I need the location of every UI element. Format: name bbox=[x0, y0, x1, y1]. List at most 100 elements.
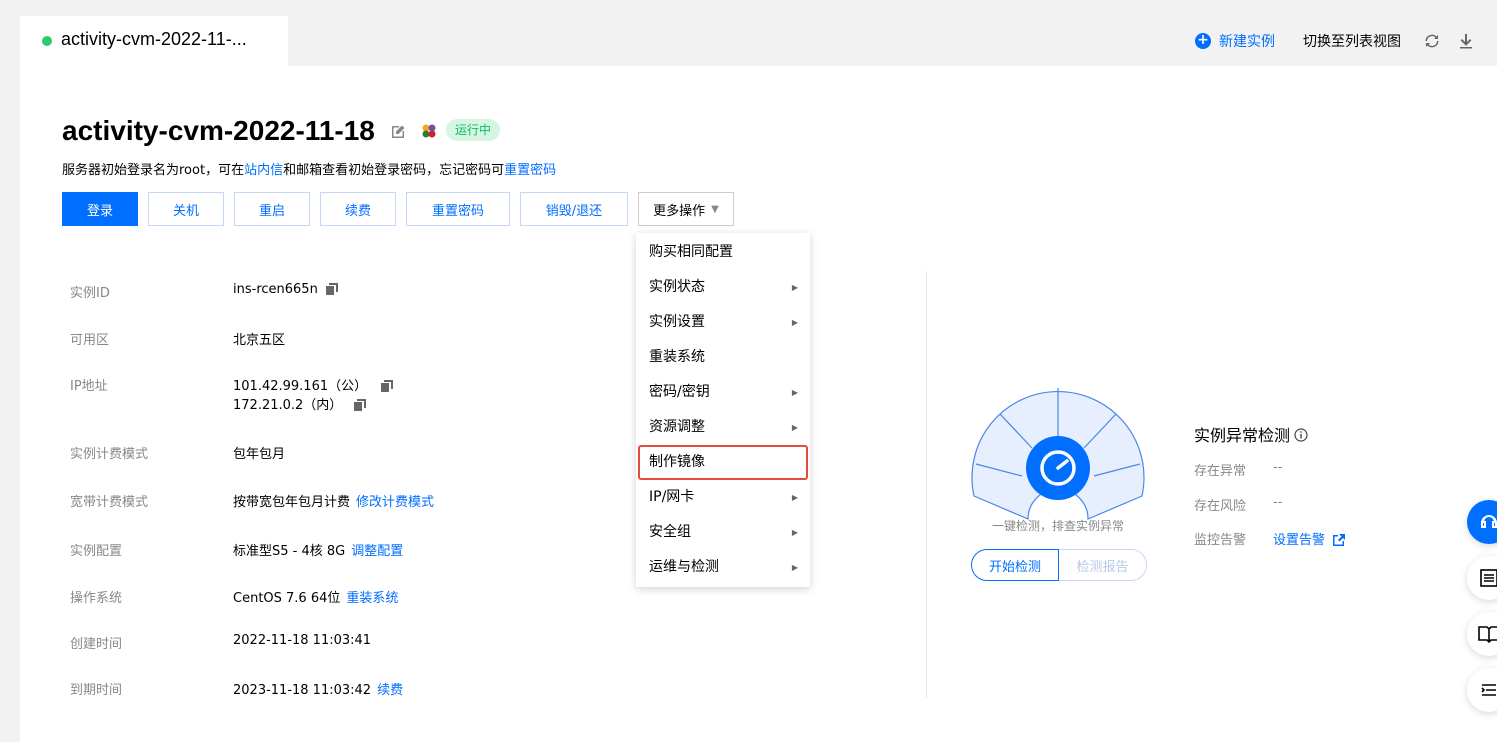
risk-row: 存在风险 -- bbox=[1194, 495, 1282, 514]
download-icon[interactable] bbox=[1457, 32, 1475, 50]
menu-item-label: 安全组 bbox=[649, 524, 691, 540]
status-dot bbox=[42, 36, 52, 46]
menu-item-reinstall[interactable]: 重装系统 bbox=[636, 340, 810, 375]
support-float-button[interactable] bbox=[1467, 500, 1497, 544]
reinstall-os-link[interactable]: 重装系统 bbox=[346, 591, 398, 606]
shutdown-button[interactable]: 关机 bbox=[148, 192, 224, 226]
adjust-config-link[interactable]: 调整配置 bbox=[351, 544, 403, 559]
menu-item-resource-adjust[interactable]: 资源调整 ▶ bbox=[636, 410, 810, 445]
menu-item-password-key[interactable]: 密码/密钥 ▶ bbox=[636, 375, 810, 410]
docs-float-button[interactable] bbox=[1467, 612, 1497, 656]
set-alarm-label: 设置告警 bbox=[1273, 533, 1326, 548]
detail-value: 包年包月 bbox=[233, 447, 286, 462]
instance-tab[interactable]: activity-cvm-2022-11-... bbox=[20, 16, 288, 66]
os-value: CentOS 7.6 64位 bbox=[233, 591, 341, 606]
detail-key: 操作系统 bbox=[70, 591, 123, 606]
bandwidth-billing-value: 按带宽包年包月计费 bbox=[233, 495, 351, 510]
copy-icon[interactable] bbox=[354, 399, 367, 411]
expire-value: 2023-11-18 11:03:42 bbox=[233, 683, 372, 698]
menu-item-instance-status[interactable]: 实例状态 ▶ bbox=[636, 270, 810, 305]
action-buttons: 登录 关机 重启 续费 重置密码 销毁/退还 更多操作 ▼ bbox=[62, 192, 744, 228]
anomaly-row: 存在异常 -- bbox=[1194, 460, 1282, 479]
anomaly-value: -- bbox=[1273, 460, 1283, 475]
reset-password-link[interactable]: 重置密码 bbox=[504, 163, 556, 178]
chevron-right-icon: ▶ bbox=[791, 493, 798, 502]
tag-icon[interactable] bbox=[420, 122, 438, 140]
instance-title: activity-cvm-2022-11-18 bbox=[62, 115, 375, 146]
detail-value: 101.42.99.161（公） 172.21.0.2（内） bbox=[233, 375, 394, 413]
renew-button[interactable]: 续费 bbox=[320, 192, 396, 226]
menu-item-label: 制作镜像 bbox=[649, 454, 705, 470]
login-button[interactable]: 登录 bbox=[62, 192, 138, 226]
info-icon[interactable] bbox=[1294, 428, 1308, 442]
detail-value: CentOS 7.6 64位 重装系统 bbox=[233, 587, 398, 606]
detail-key: 到期时间 bbox=[70, 683, 123, 698]
outline-icon bbox=[1481, 684, 1496, 696]
headset-icon bbox=[1481, 515, 1497, 528]
login-hint: 服务器初始登录名为root，可在站内信和邮箱查看初始登录密码，忘记密码可重置密码 bbox=[62, 159, 556, 178]
detection-buttons: 开始检测 检测报告 bbox=[971, 549, 1147, 581]
menu-item-label: 实例状态 bbox=[649, 279, 705, 295]
reset-password-button[interactable]: 重置密码 bbox=[406, 192, 510, 226]
start-detection-button[interactable]: 开始检测 bbox=[971, 549, 1059, 581]
chevron-right-icon: ▶ bbox=[791, 283, 798, 292]
refresh-icon[interactable] bbox=[1423, 32, 1441, 50]
detail-key: 实例计费模式 bbox=[70, 447, 149, 462]
site-message-link[interactable]: 站内信 bbox=[244, 163, 283, 178]
renew-link[interactable]: 续费 bbox=[377, 683, 403, 698]
list-float-button[interactable] bbox=[1467, 556, 1497, 600]
copy-icon[interactable] bbox=[381, 380, 394, 392]
anomaly-title-text: 实例异常检测 bbox=[1194, 426, 1291, 445]
new-instance-label: 新建实例 bbox=[1219, 34, 1275, 50]
chevron-right-icon: ▶ bbox=[791, 423, 798, 432]
detail-value: ins-rcen665n bbox=[233, 282, 338, 297]
vertical-divider bbox=[926, 271, 927, 698]
book-icon bbox=[1478, 626, 1497, 644]
detail-value: 2022-11-18 11:03:41 bbox=[233, 633, 372, 648]
modify-billing-link[interactable]: 修改计费模式 bbox=[356, 495, 434, 510]
plus-circle-icon: + bbox=[1195, 33, 1211, 49]
restart-button[interactable]: 重启 bbox=[234, 192, 310, 226]
menu-item-label: IP/网卡 bbox=[649, 489, 695, 505]
menu-item-label: 实例设置 bbox=[649, 314, 705, 330]
detection-caption: 一键检测，排查实例异常 bbox=[991, 519, 1124, 533]
monitor-key: 监控告警 bbox=[1194, 533, 1247, 548]
menu-item-buy-same[interactable]: 购买相同配置 bbox=[636, 235, 810, 270]
menu-item-label: 重装系统 bbox=[649, 349, 705, 365]
menu-item-ip-nic[interactable]: IP/网卡 ▶ bbox=[636, 480, 810, 515]
detail-key: 创建时间 bbox=[70, 637, 123, 652]
menu-item-ops-detection[interactable]: 运维与检测 ▶ bbox=[636, 550, 810, 585]
monitor-row: 监控告警 设置告警 bbox=[1194, 529, 1346, 548]
chevron-right-icon: ▶ bbox=[791, 318, 798, 327]
top-bar: activity-cvm-2022-11-... + 新建实例 切换至列表视图 bbox=[20, 16, 1497, 66]
menu-item-label: 购买相同配置 bbox=[649, 244, 733, 260]
chevron-right-icon: ▶ bbox=[791, 563, 798, 572]
new-instance-button[interactable]: + 新建实例 bbox=[1195, 31, 1275, 51]
hint-middle: 和邮箱查看初始登录密码，忘记密码可 bbox=[283, 163, 505, 178]
instance-id-value: ins-rcen665n bbox=[233, 282, 318, 297]
edit-icon[interactable] bbox=[390, 124, 406, 140]
config-value: 标准型S5 - 4核 8G bbox=[233, 544, 346, 559]
menu-item-label: 资源调整 bbox=[649, 419, 705, 435]
tab-title: activity-cvm-2022-11-... bbox=[61, 29, 247, 49]
anomaly-title: 实例异常检测 bbox=[1194, 422, 1308, 446]
outline-float-button[interactable] bbox=[1467, 668, 1497, 712]
menu-item-security-group[interactable]: 安全组 ▶ bbox=[636, 515, 810, 550]
set-alarm-link[interactable]: 设置告警 bbox=[1273, 529, 1346, 548]
detail-value: 北京五区 bbox=[233, 333, 286, 348]
menu-item-label: 密码/密钥 bbox=[649, 384, 710, 400]
risk-value: -- bbox=[1273, 495, 1283, 510]
detail-value: 按带宽包年包月计费 修改计费模式 bbox=[233, 491, 434, 510]
detail-key: 可用区 bbox=[70, 333, 110, 348]
destroy-button[interactable]: 销毁/退还 bbox=[520, 192, 628, 226]
more-actions-label: 更多操作 bbox=[653, 203, 706, 219]
copy-icon[interactable] bbox=[325, 283, 338, 295]
detail-key: IP地址 bbox=[70, 379, 108, 394]
menu-item-create-image[interactable]: 制作镜像 bbox=[638, 445, 808, 480]
switch-list-view-button[interactable]: 切换至列表视图 bbox=[1303, 31, 1401, 51]
more-actions-button[interactable]: 更多操作 ▼ bbox=[638, 192, 734, 226]
private-ip-value: 172.21.0.2（内） bbox=[233, 398, 343, 413]
detection-report-button[interactable]: 检测报告 bbox=[1059, 549, 1147, 581]
menu-item-instance-settings[interactable]: 实例设置 ▶ bbox=[636, 305, 810, 340]
status-badge: 运行中 bbox=[446, 119, 501, 141]
